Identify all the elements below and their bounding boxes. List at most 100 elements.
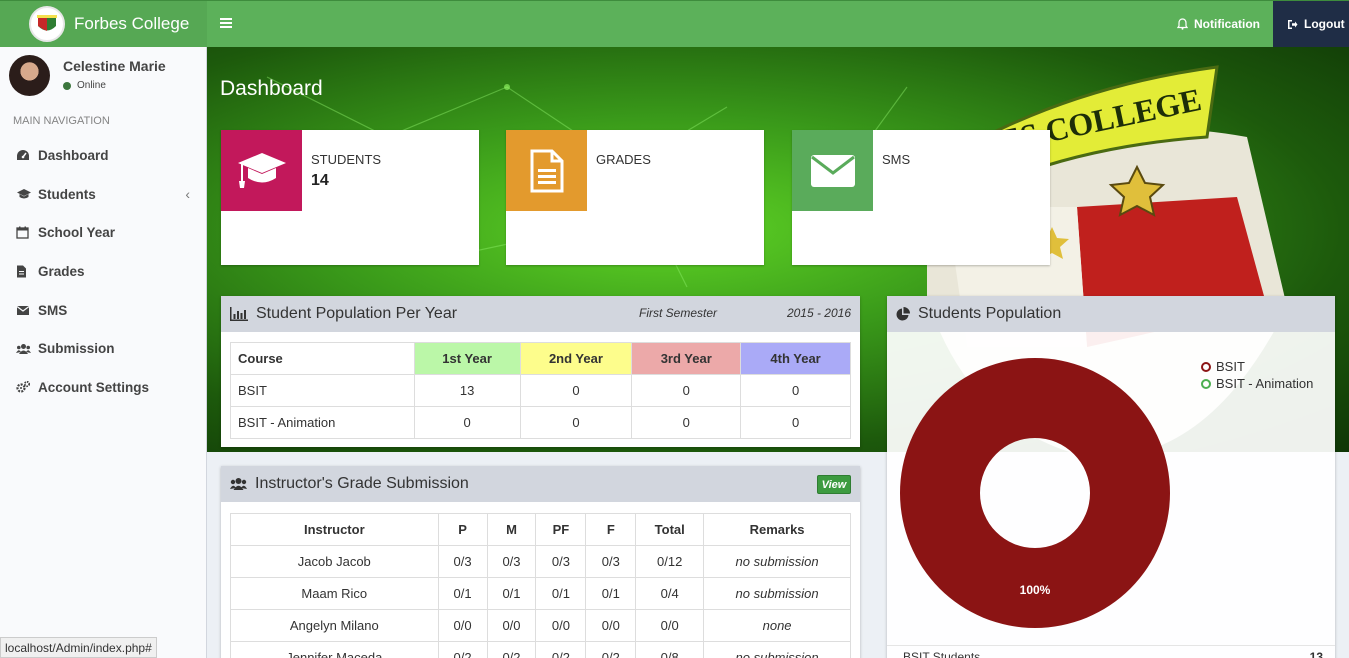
info-box-value: 14 bbox=[311, 172, 329, 189]
sidebar-item-dashboard[interactable]: Dashboard bbox=[0, 136, 206, 175]
table-cell: 0/8 bbox=[635, 641, 705, 658]
column-header: F bbox=[585, 513, 637, 546]
users-icon bbox=[16, 343, 32, 355]
notification-button[interactable]: Notification bbox=[1164, 1, 1273, 47]
table-cell: 0/3 bbox=[486, 545, 537, 578]
user-status: Online bbox=[63, 80, 166, 91]
graduation-cap-icon bbox=[221, 130, 302, 211]
column-header: Total bbox=[635, 513, 705, 546]
population-panel: Student Population Per Year First Semest… bbox=[221, 296, 860, 447]
table-row: Maam Rico 0/1 0/1 0/1 0/1 0/4 no submiss… bbox=[230, 577, 851, 610]
avatar bbox=[9, 55, 50, 96]
remarks-cell: no submission bbox=[703, 545, 851, 578]
column-header: 2nd Year bbox=[519, 342, 633, 375]
logout-button[interactable]: Logout bbox=[1273, 1, 1349, 47]
legend-swatch bbox=[1201, 378, 1211, 389]
bar-chart-icon bbox=[230, 307, 248, 321]
population-table: Course 1st Year 2nd Year 3rd Year 4th Ye… bbox=[230, 342, 851, 439]
info-box-grades[interactable]: GRADES bbox=[506, 130, 764, 265]
students-population-title: Students Population bbox=[918, 305, 1062, 322]
pie-chart: 100% bbox=[900, 358, 1170, 628]
submission-table: Instructor P M PF F Total Remarks Jacob … bbox=[230, 513, 851, 658]
sidebar-item-label: Dashboard bbox=[38, 147, 109, 163]
file-icon bbox=[16, 265, 32, 278]
pie-chart-svg: 100% bbox=[900, 358, 1170, 628]
table-cell: 0/2 bbox=[437, 641, 488, 658]
graduation-cap-icon bbox=[16, 188, 32, 200]
legend-item: BSIT - Animation bbox=[1201, 375, 1313, 392]
sidebar: Celestine Marie Online MAIN NAVIGATION D… bbox=[0, 47, 207, 658]
browser-status-bar: localhost/Admin/index.php# bbox=[0, 637, 157, 658]
legend-label: BSIT bbox=[1216, 359, 1245, 374]
table-cell: BSIT bbox=[230, 374, 415, 407]
info-box-students[interactable]: STUDENTS 14 bbox=[221, 130, 479, 265]
envelope-icon bbox=[16, 305, 32, 316]
envelope-icon bbox=[792, 130, 873, 211]
table-cell: 0/2 bbox=[535, 641, 587, 658]
pie-chart-icon bbox=[896, 307, 910, 321]
sidebar-item-submission[interactable]: Submission bbox=[0, 329, 206, 368]
population-title: Student Population Per Year bbox=[256, 305, 458, 322]
brand[interactable]: Forbes College bbox=[0, 1, 207, 47]
view-button[interactable]: View bbox=[817, 475, 851, 494]
table-cell: 0/0 bbox=[486, 609, 537, 642]
dashboard-icon bbox=[16, 149, 32, 161]
sidebar-item-school-year[interactable]: School Year bbox=[0, 213, 206, 252]
sidebar-item-label: Students bbox=[38, 186, 96, 202]
info-box-label: GRADES bbox=[596, 152, 651, 167]
table-cell: 0 bbox=[519, 406, 633, 439]
info-box-sms[interactable]: SMS bbox=[792, 130, 1050, 265]
students-population-panel: Students Population 100% BSIT BSIT - Ani… bbox=[887, 296, 1335, 658]
table-cell: 0/2 bbox=[585, 641, 637, 658]
online-status-icon bbox=[63, 81, 71, 90]
info-box-label: STUDENTS bbox=[311, 152, 382, 167]
sidebar-item-account-settings[interactable]: Account Settings bbox=[0, 368, 206, 407]
table-header-row: Course 1st Year 2nd Year 3rd Year 4th Ye… bbox=[230, 342, 851, 375]
submission-panel-header: Instructor's Grade Submission View bbox=[221, 466, 860, 502]
sidebar-item-sms[interactable]: SMS bbox=[0, 291, 206, 330]
file-text-icon bbox=[506, 130, 587, 211]
column-header: Instructor bbox=[230, 513, 439, 546]
chevron-left-icon: ‹ bbox=[185, 186, 190, 203]
logout-label: Logout bbox=[1304, 17, 1345, 31]
sidebar-item-label: Grades bbox=[38, 263, 85, 279]
table-cell: 13 bbox=[413, 374, 521, 407]
population-panel-header: Student Population Per Year First Semest… bbox=[221, 296, 860, 332]
main-content: ES COLLEGE Dashboard STUDENTS 14 GRADES … bbox=[207, 47, 1349, 658]
sidebar-item-grades[interactable]: Grades bbox=[0, 252, 206, 291]
info-box-label: SMS bbox=[882, 152, 911, 167]
column-header: Course bbox=[230, 342, 415, 375]
table-cell: 0 bbox=[631, 374, 742, 407]
table-cell: Maam Rico bbox=[230, 577, 439, 610]
table-cell: 0 bbox=[740, 406, 851, 439]
table-cell: 0 bbox=[740, 374, 851, 407]
sidebar-item-students[interactable]: Students ‹ bbox=[0, 175, 206, 214]
table-cell: 0/1 bbox=[486, 577, 537, 610]
sidebar-item-label: School Year bbox=[38, 225, 116, 241]
table-cell: 0/3 bbox=[437, 545, 488, 578]
legend-swatch bbox=[1201, 361, 1211, 372]
table-cell: 0/1 bbox=[535, 577, 587, 610]
table-cell: 0 bbox=[519, 374, 633, 407]
table-cell: 0 bbox=[631, 406, 742, 439]
table-cell: 0 bbox=[413, 406, 521, 439]
semester-label: First Semester bbox=[639, 306, 718, 320]
table-cell: 0/12 bbox=[635, 545, 705, 578]
submission-panel: Instructor's Grade Submission View Instr… bbox=[221, 466, 860, 658]
calendar-icon bbox=[16, 226, 32, 239]
college-logo-icon bbox=[29, 6, 65, 42]
students-population-header: Students Population bbox=[887, 296, 1335, 332]
table-row: BSIT - Animation 0 0 0 0 bbox=[230, 406, 851, 439]
gears-icon bbox=[16, 381, 32, 394]
table-cell: 0/0 bbox=[437, 609, 488, 642]
pie-percent-label: 100% bbox=[1020, 583, 1051, 597]
menu-toggle-icon[interactable] bbox=[219, 16, 233, 30]
column-header: 4th Year bbox=[740, 342, 851, 375]
table-cell: Angelyn Milano bbox=[230, 609, 439, 642]
legend-label: BSIT - Animation bbox=[1216, 376, 1314, 391]
user-status-label: Online bbox=[77, 80, 106, 91]
table-row: Jacob Jacob 0/3 0/3 0/3 0/3 0/12 no subm… bbox=[230, 545, 851, 578]
top-navbar: Forbes College Notification Logout bbox=[0, 0, 1349, 47]
table-cell: 0/0 bbox=[535, 609, 587, 642]
sidebar-item-label: Account Settings bbox=[38, 379, 150, 395]
